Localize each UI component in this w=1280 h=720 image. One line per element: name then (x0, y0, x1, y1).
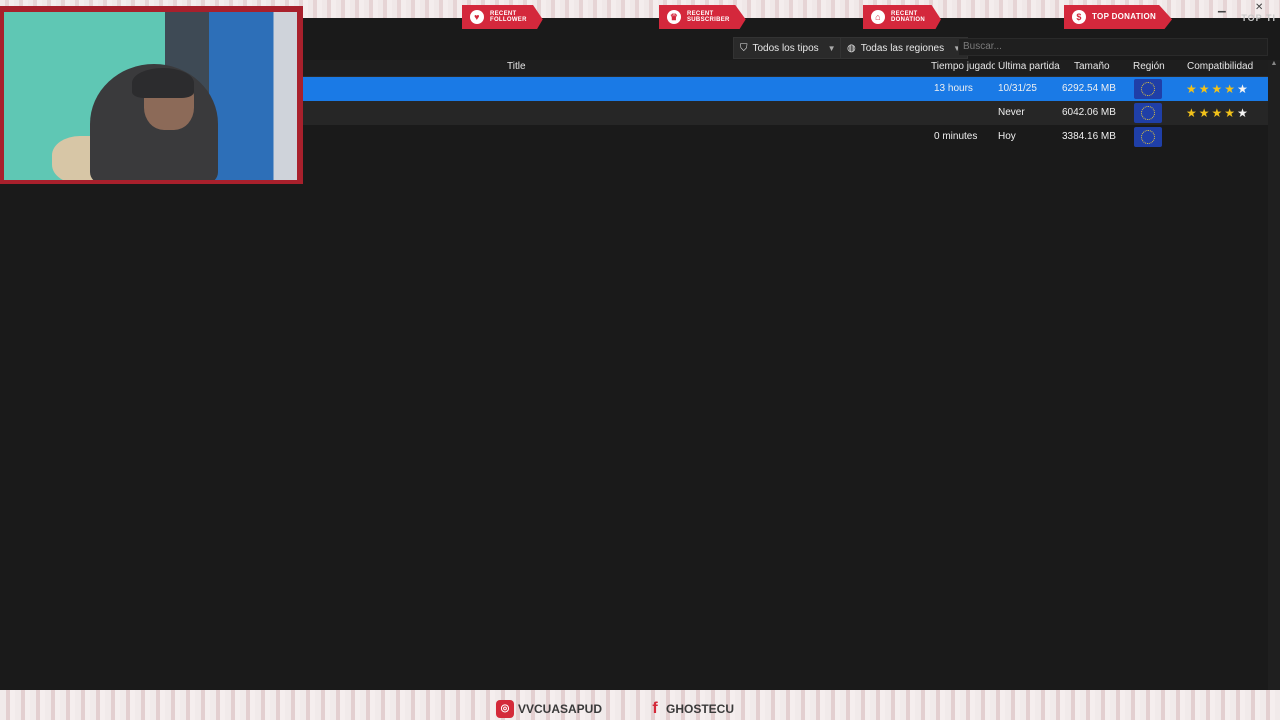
webcam-overlay (0, 6, 303, 184)
eu-flag-icon (1134, 79, 1162, 99)
last-played-cell: 10/31/25 (998, 83, 1037, 94)
recent-follower-alert: ♥ RECENT FOLLOWER (462, 5, 543, 29)
column-title[interactable]: Title (507, 61, 526, 72)
close-icon[interactable]: ✕ (1255, 2, 1263, 13)
size-cell: 6292.54 MB (1062, 83, 1116, 94)
size-cell: 3384.16 MB (1062, 131, 1116, 142)
size-cell: 6042.06 MB (1062, 107, 1116, 118)
star-icon: ★ (1186, 106, 1199, 120)
globe-icon: ◍ (847, 42, 856, 54)
column-last-played[interactable]: Última partida (998, 61, 1060, 72)
instagram-icon: ◎ (496, 700, 514, 718)
type-filter-label: Todos los tipos (752, 42, 819, 54)
star-icon: ★ (1211, 82, 1225, 96)
star-icon: ★ (1186, 82, 1199, 96)
scroll-up-icon[interactable]: ▲ (1268, 60, 1280, 67)
alert-text: RECENT FOLLOWER (490, 11, 527, 23)
instagram-handle: ◎ VVCUASAPUD (496, 700, 602, 718)
region-filter-dropdown[interactable]: ◍ Todas las regiones ▼ (840, 37, 969, 59)
alert-text: RECENT SUBSCRIBER (687, 11, 730, 23)
recent-subscriber-alert: ♛ RECENT SUBSCRIBER (659, 5, 746, 29)
last-played-cell: Never (998, 107, 1025, 118)
compat-stars: ★★★★★ (1186, 77, 1250, 101)
top-tip-label: TOP TI (1241, 13, 1276, 23)
star-icon: ★ (1224, 106, 1238, 120)
heart-icon: ♥ (470, 10, 484, 24)
facebook-text: GHOSTECU (666, 702, 735, 716)
money-bag-icon: $ (1072, 10, 1086, 24)
chevron-down-icon: ▼ (827, 43, 836, 53)
star-icon: ★ (1224, 82, 1238, 96)
trophy-icon: ♛ (667, 10, 681, 24)
top-donation-alert: $ TOP DONATION (1064, 5, 1173, 29)
star-icon: ★ (1211, 106, 1225, 120)
playtime-cell: 0 minutes (934, 131, 978, 142)
column-compat[interactable]: Compatibilidad (1187, 61, 1253, 72)
recent-donation-alert: ⌂ RECENT DONATION (863, 5, 941, 29)
star-icon: ★ (1198, 82, 1212, 96)
last-played-cell: Hoy (998, 131, 1016, 142)
star-icon: ★ (1198, 106, 1212, 120)
filter-icon: ⛉ (740, 42, 748, 54)
alert-text: TOP DONATION (1092, 12, 1157, 21)
alert-text: RECENT DONATION (891, 11, 925, 23)
region-filter-label: Todas las regiones (860, 42, 945, 54)
webcam-cap (132, 68, 194, 98)
eu-flag-icon (1134, 103, 1162, 123)
star-icon: ★ (1237, 82, 1250, 96)
compat-stars: ★★★★★ (1186, 101, 1250, 125)
vertical-scrollbar[interactable]: ▲ (1268, 60, 1280, 690)
facebook-handle: f GHOSTECU (648, 700, 734, 718)
minimize-icon[interactable]: ▁ (1218, 2, 1226, 13)
facebook-icon: f (652, 700, 658, 717)
search-input[interactable] (958, 38, 1268, 56)
playtime-cell: 13 hours (934, 83, 973, 94)
piggy-bank-icon: ⌂ (871, 10, 885, 24)
eu-flag-icon (1134, 127, 1162, 147)
type-filter-dropdown[interactable]: ⛉ Todos los tipos ▼ (733, 37, 843, 59)
column-size[interactable]: Tamaño (1074, 61, 1110, 72)
column-playtime[interactable]: Tiempo jugado (931, 61, 995, 72)
column-region[interactable]: Región (1133, 61, 1165, 72)
star-icon: ★ (1237, 106, 1250, 120)
instagram-text: VVCUASAPUD (518, 702, 603, 716)
webcam-video (4, 12, 297, 180)
stream-overlay-bottom (0, 690, 1280, 720)
